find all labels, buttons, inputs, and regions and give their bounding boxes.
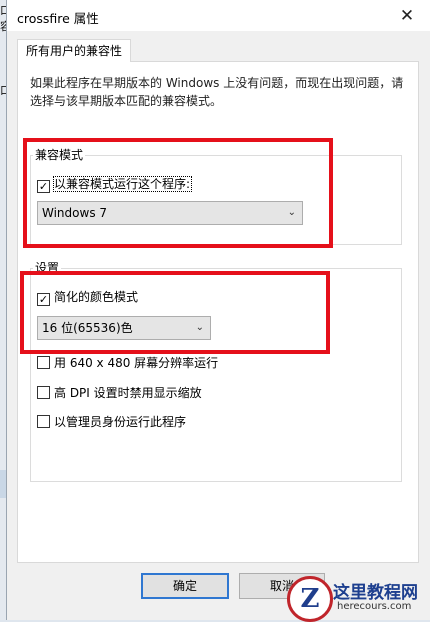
resolution-640-checkbox-row[interactable]: 用 640 x 480 屏幕分辨率运行 (37, 355, 218, 371)
disable-dpi-scaling-checkbox-row[interactable]: 高 DPI 设置时禁用显示缩放 (37, 385, 202, 401)
tab-compatibility-all-users[interactable]: 所有用户的兼容性 (17, 39, 132, 62)
checkbox[interactable] (37, 386, 50, 399)
run-as-admin-label: 以管理员身份运行此程序 (54, 415, 187, 429)
watermark-logo: Z (287, 576, 333, 622)
properties-dialog: crossfire 属性 ✕ 所有用户的兼容性 如果此程序在早期版本的 Wind… (6, 0, 430, 620)
watermark-site-name: 这里教程网 (333, 583, 418, 603)
site-watermark: Z 这里教程网 herecours.com (287, 576, 430, 622)
resolution-640-label: 用 640 x 480 屏幕分辨率运行 (54, 356, 219, 370)
compatibility-description: 如果此程序在早期版本的 Windows 上没有问题，而现在出现问题，请选择与该早… (30, 76, 404, 108)
red-highlight-box (20, 271, 330, 354)
checkbox[interactable] (37, 356, 50, 369)
red-highlight-box (23, 138, 333, 248)
title-bar[interactable]: crossfire 属性 ✕ (7, 0, 430, 31)
run-as-admin-checkbox-row[interactable]: 以管理员身份运行此程序 (37, 414, 186, 430)
close-icon[interactable]: ✕ (396, 5, 418, 27)
ok-button[interactable]: 确定 (141, 573, 229, 599)
watermark-site-url: herecours.com (337, 601, 412, 612)
dialog-body: 所有用户的兼容性 如果此程序在早期版本的 Windows 上没有问题，而现在出现… (7, 31, 430, 620)
window-title: crossfire 属性 (17, 11, 99, 26)
checkbox[interactable] (37, 415, 50, 428)
disable-dpi-scaling-label: 高 DPI 设置时禁用显示缩放 (54, 386, 202, 400)
